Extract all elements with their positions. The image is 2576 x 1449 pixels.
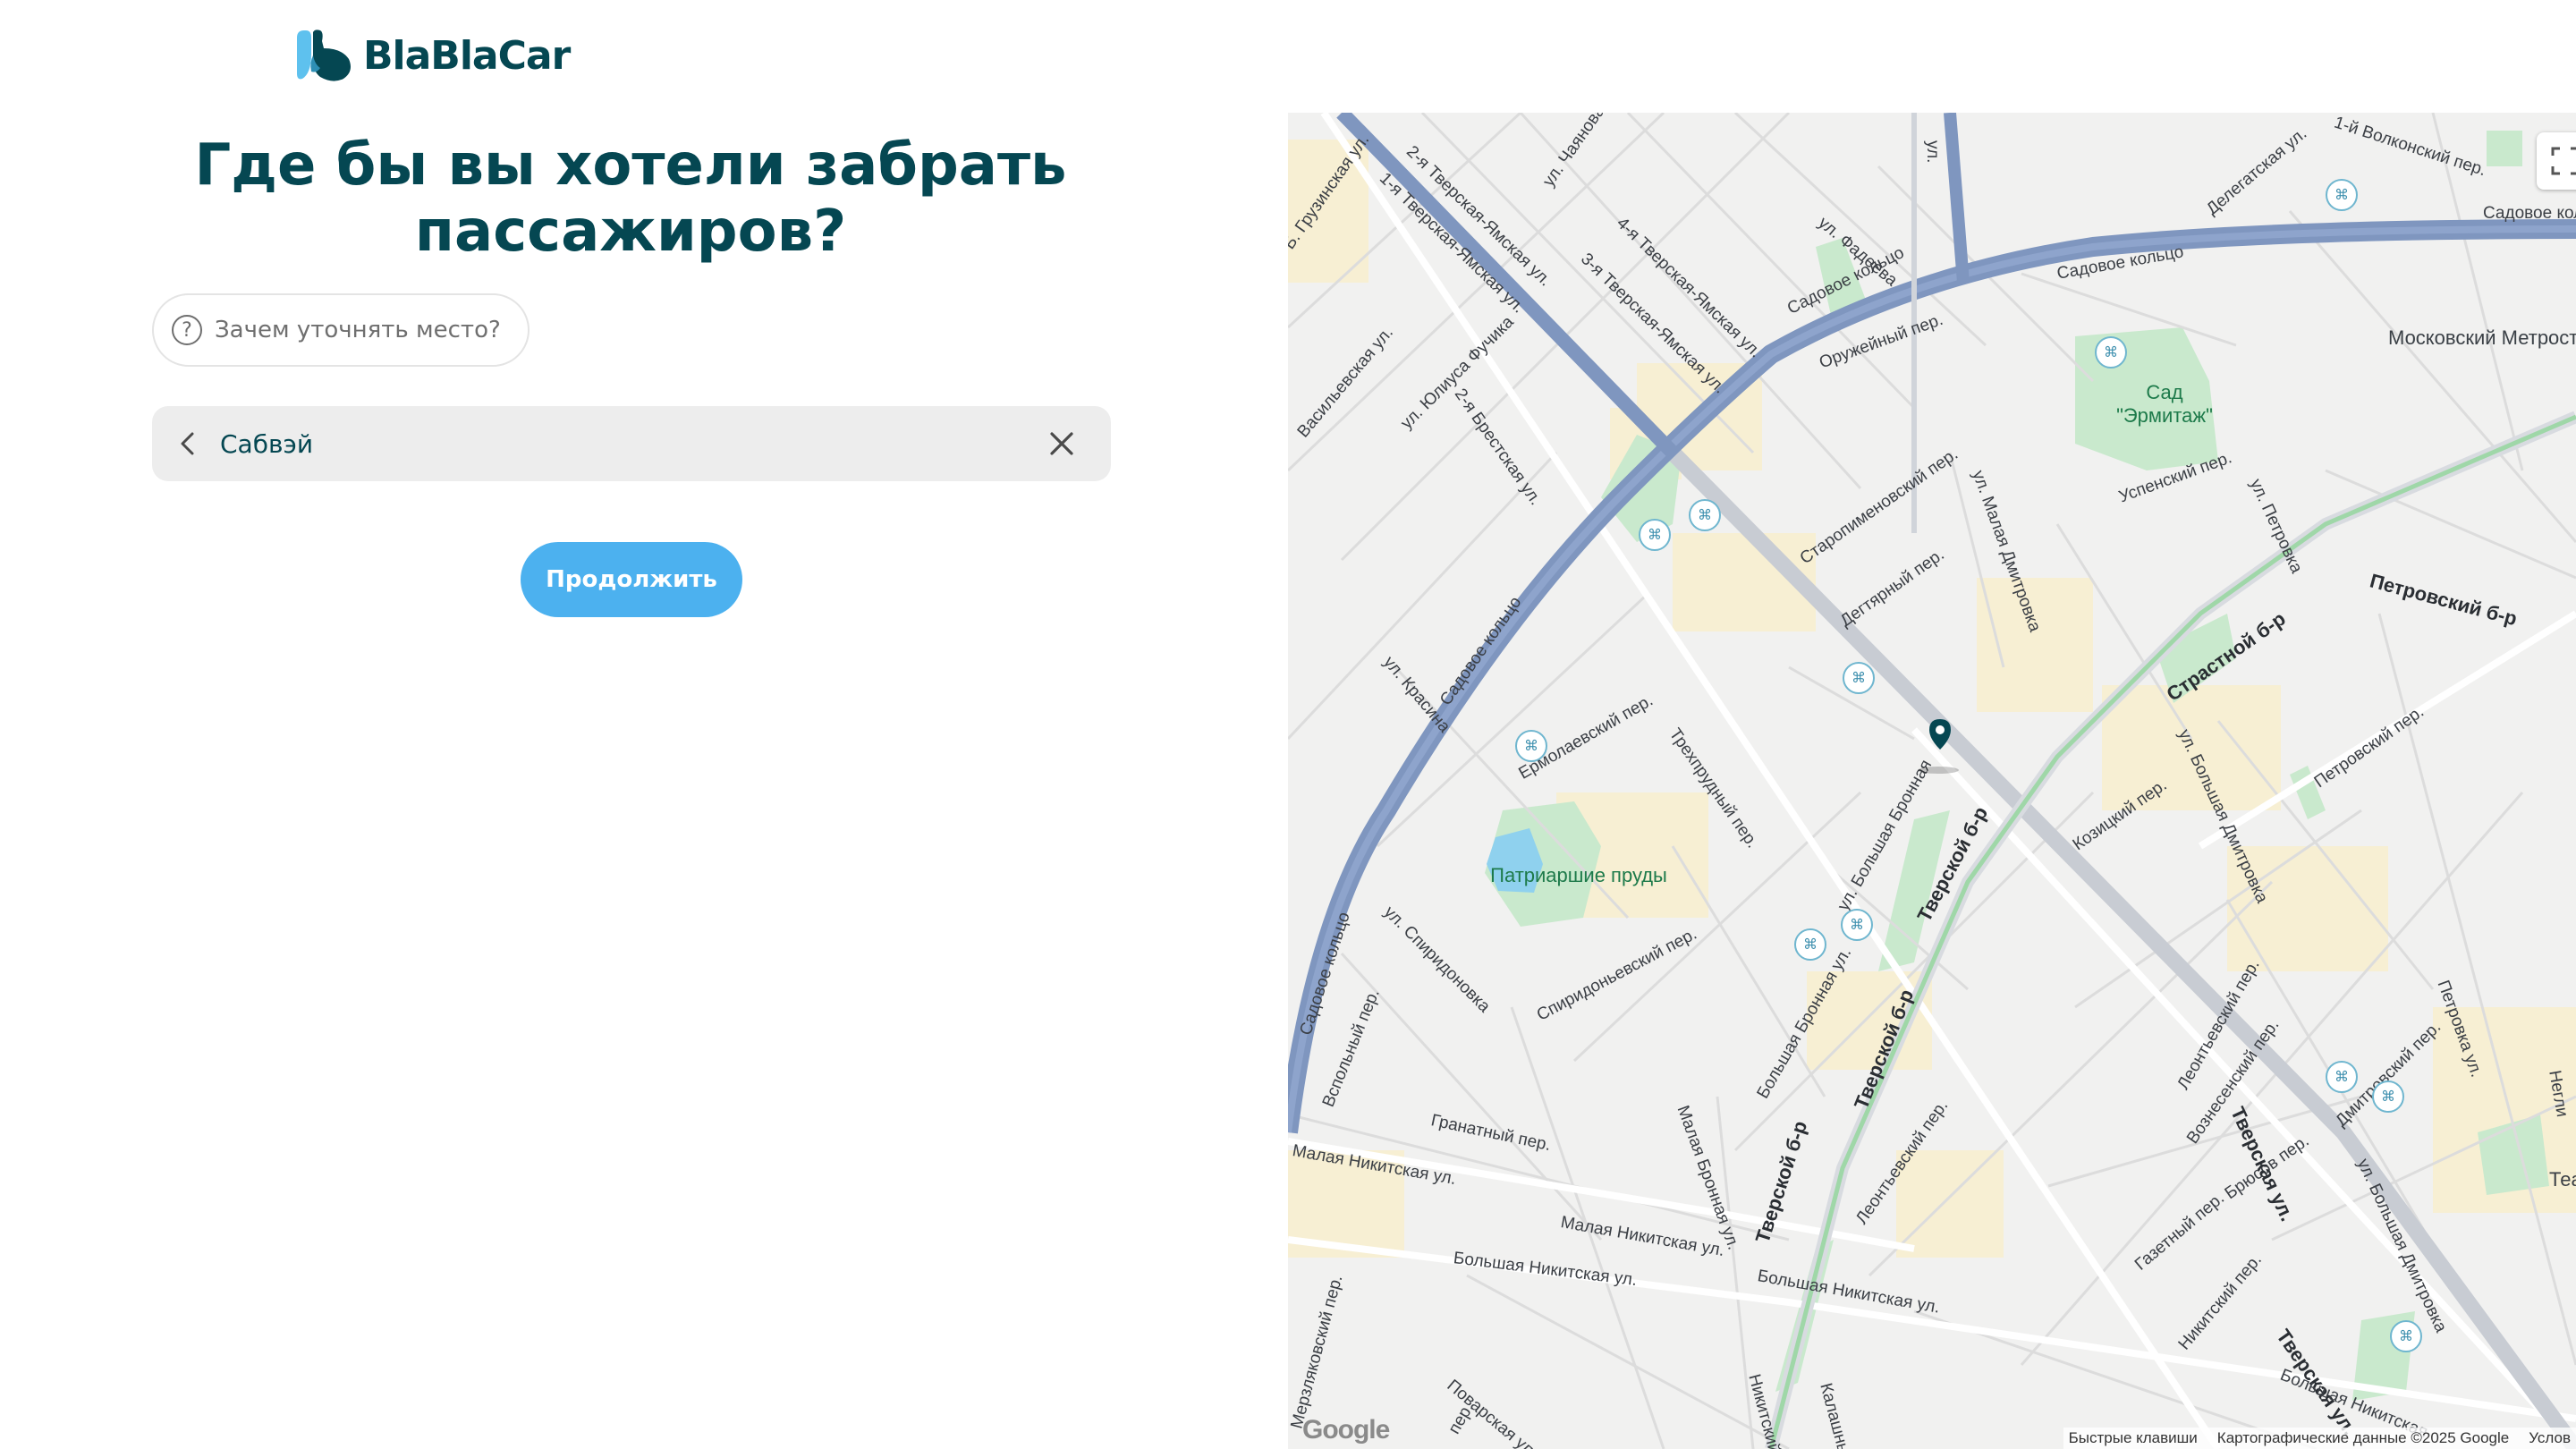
metro-icon[interactable]: ⌘ — [1794, 928, 1826, 961]
keyboard-shortcuts-link[interactable]: Быстрые клавиши — [2069, 1429, 2198, 1447]
question-circle-icon: ? — [172, 315, 202, 345]
metro-icon[interactable]: ⌘ — [2095, 336, 2127, 369]
metro-icon[interactable]: ⌘ — [1689, 499, 1721, 531]
metro-icon[interactable]: ⌘ — [1841, 909, 1873, 941]
map-pin-icon[interactable] — [1918, 717, 1959, 774]
fullscreen-icon[interactable] — [2537, 132, 2576, 190]
map-attribution: Быстрые клавиши Картографические данные … — [2063, 1428, 2576, 1449]
why-specify-label: Зачем уточнять место? — [215, 317, 501, 343]
page-title: Где бы вы хотели забрать пассажиров? — [194, 132, 1067, 265]
map-label-poi: Московский Метрострой — [2388, 326, 2576, 349]
map-label-park: Сад "Эрмитаж" — [2116, 381, 2213, 427]
map-label-poi: Театр — [2549, 1168, 2576, 1191]
terms-link[interactable]: Услов — [2529, 1429, 2571, 1447]
continue-button[interactable]: Продолжить — [521, 542, 742, 617]
metro-icon[interactable]: ⌘ — [1639, 519, 1671, 551]
metro-icon[interactable]: ⌘ — [2326, 1061, 2358, 1093]
metro-icon[interactable]: ⌘ — [2326, 179, 2358, 211]
why-specify-button[interactable]: ? Зачем уточнять место? — [152, 293, 530, 367]
metro-icon[interactable]: ⌘ — [2390, 1320, 2422, 1352]
map-data-credit: Картографические данные ©2025 Google — [2216, 1429, 2510, 1446]
blablacar-logo-icon — [297, 30, 351, 81]
place-search-input[interactable] — [218, 428, 1030, 460]
close-icon[interactable] — [1030, 430, 1093, 457]
metro-icon[interactable]: ⌘ — [2372, 1080, 2404, 1113]
place-search-field — [152, 406, 1111, 481]
chevron-left-icon[interactable] — [157, 431, 218, 456]
google-logo[interactable]: Google — [1302, 1415, 1390, 1445]
metro-icon[interactable]: ⌘ — [1515, 730, 1547, 762]
metro-icon[interactable]: ⌘ — [1843, 662, 1875, 694]
map-label-sadovoe: Садовое кольцо — [2483, 204, 2576, 223]
brand-name: BlaBlaCar — [363, 32, 571, 79]
blablacar-logo[interactable]: BlaBlaCar — [293, 27, 571, 84]
map[interactable]: Садовое кольцо Садовое кольцо Садовое ко… — [1288, 113, 2576, 1449]
map-label-park: Патриаршие пруды — [1490, 864, 1667, 886]
map-label-street: ул. — [1923, 140, 1942, 164]
form-panel: BlaBlaCar Где бы вы хотели забрать пасса… — [0, 0, 1261, 1449]
